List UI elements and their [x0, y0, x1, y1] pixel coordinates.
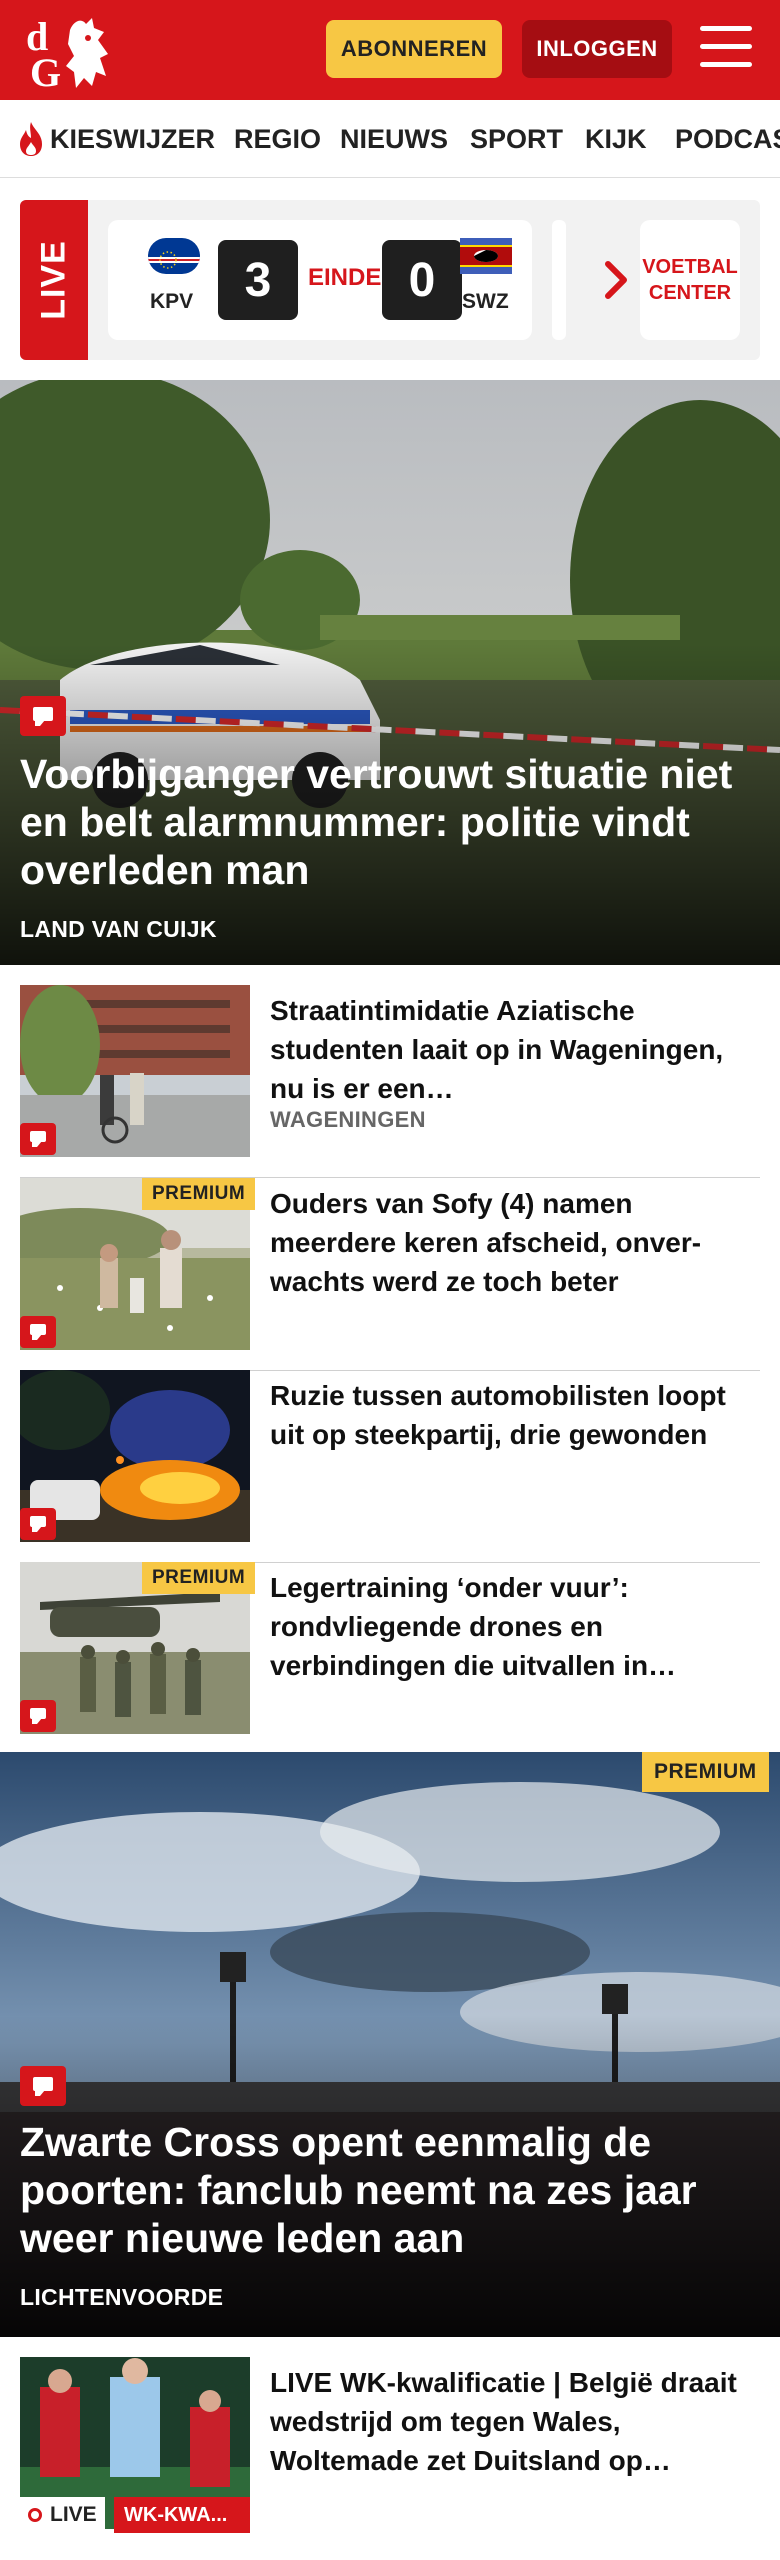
- comment-icon: [20, 1508, 56, 1540]
- chevron-right-icon[interactable]: [596, 258, 636, 302]
- featured-title: Zwarte Cross opent eenmalig de poorten: …: [20, 2119, 697, 2261]
- comment-icon: [20, 696, 66, 736]
- hero-title: Voorbijganger vertrouwt situatie niet en…: [20, 751, 733, 893]
- login-button[interactable]: INLOGGEN: [522, 20, 672, 78]
- flame-icon: [20, 122, 42, 156]
- hero-location: LAND VAN CUIJK: [20, 916, 217, 942]
- match-status: EINDE: [308, 264, 382, 291]
- article-item[interactable]: PREMIUM Legertraining ‘onder vuur’: rond…: [20, 1562, 760, 1755]
- article-item-live[interactable]: LIVE WK-KWA... LIVE WK-kwalificatie | Be…: [20, 2357, 760, 2550]
- featured-location: LICHTENVOORDE: [20, 2284, 224, 2310]
- live-tag: LIVE: [20, 200, 88, 360]
- category-badge: WK-KWA...: [114, 2497, 250, 2533]
- comment-icon: [20, 2066, 66, 2106]
- nav-item-kijk[interactable]: KIJK: [585, 124, 647, 155]
- comment-icon: [20, 1316, 56, 1348]
- article-title: Ruzie tussen automobilisten loopt uit op…: [270, 1380, 726, 1450]
- cape-verde-flag-icon: [148, 238, 200, 274]
- comment-icon: [20, 1700, 56, 1732]
- article-title: Ouders van Sofy (4) namen meerdere keren…: [270, 1188, 702, 1297]
- home-team-code: KPV: [150, 290, 194, 313]
- away-score: 0: [382, 240, 462, 320]
- top-header: d G ABONNEREN INLOGGEN: [0, 0, 780, 100]
- premium-badge: PREMIUM: [142, 1178, 256, 1210]
- featured-article[interactable]: PREMIUM Zwarte Cross opent eenmalig de p…: [0, 1752, 780, 2337]
- comment-icon: [20, 1123, 56, 1155]
- match-card[interactable]: KPV 3 EINDE 0 SWZ: [108, 220, 532, 340]
- home-score: 3: [218, 240, 298, 320]
- nav-item-kieswijzer[interactable]: KIESWIJZER: [50, 124, 215, 155]
- svg-text:G: G: [30, 50, 61, 92]
- away-team-code: SWZ: [462, 290, 509, 313]
- next-card-stub: [552, 220, 566, 340]
- article-title: Legertraining ‘onder vuur’: rondvliegend…: [270, 1572, 677, 1681]
- premium-badge: PREMIUM: [642, 1752, 769, 1792]
- article-item[interactable]: Straatintimidatie Aziatische studenten l…: [20, 985, 760, 1178]
- voetbal-center-button[interactable]: VOETBAL CENTER: [640, 220, 740, 340]
- article-item[interactable]: Ruzie tussen automobilisten loopt uit op…: [20, 1370, 760, 1563]
- nav-item-regio[interactable]: REGIO: [234, 124, 321, 155]
- dg-logo[interactable]: d G: [22, 10, 122, 92]
- live-score-strip: LIVE KPV 3 EINDE 0 SWZ VOETBAL CENTER: [20, 200, 760, 360]
- premium-badge: PREMIUM: [142, 1562, 256, 1594]
- article-title: Straatintimidatie Aziatische studenten l…: [270, 995, 724, 1104]
- hamburger-icon[interactable]: [700, 26, 752, 72]
- subscribe-button[interactable]: ABONNEREN: [326, 20, 502, 78]
- main-nav: KIESWIJZER REGIO NIEUWS SPORT KIJK PODCA…: [0, 100, 780, 178]
- article-item[interactable]: PREMIUM Ouders van Sofy (4) namen meerde…: [20, 1178, 760, 1371]
- article-location: WAGENINGEN: [270, 1107, 426, 1132]
- article-title: LIVE WK-kwalificatie | België draait wed…: [270, 2367, 737, 2476]
- nav-item-nieuws[interactable]: NIEUWS: [340, 124, 448, 155]
- live-dot-icon: [28, 2508, 42, 2522]
- hero-article[interactable]: Voorbijganger vertrouwt situatie niet en…: [0, 380, 780, 965]
- nav-item-podcast[interactable]: PODCAS: [675, 124, 780, 155]
- nav-item-sport[interactable]: SPORT: [470, 124, 563, 155]
- live-badge: LIVE: [20, 2497, 105, 2533]
- eswatini-flag-icon: [460, 238, 512, 274]
